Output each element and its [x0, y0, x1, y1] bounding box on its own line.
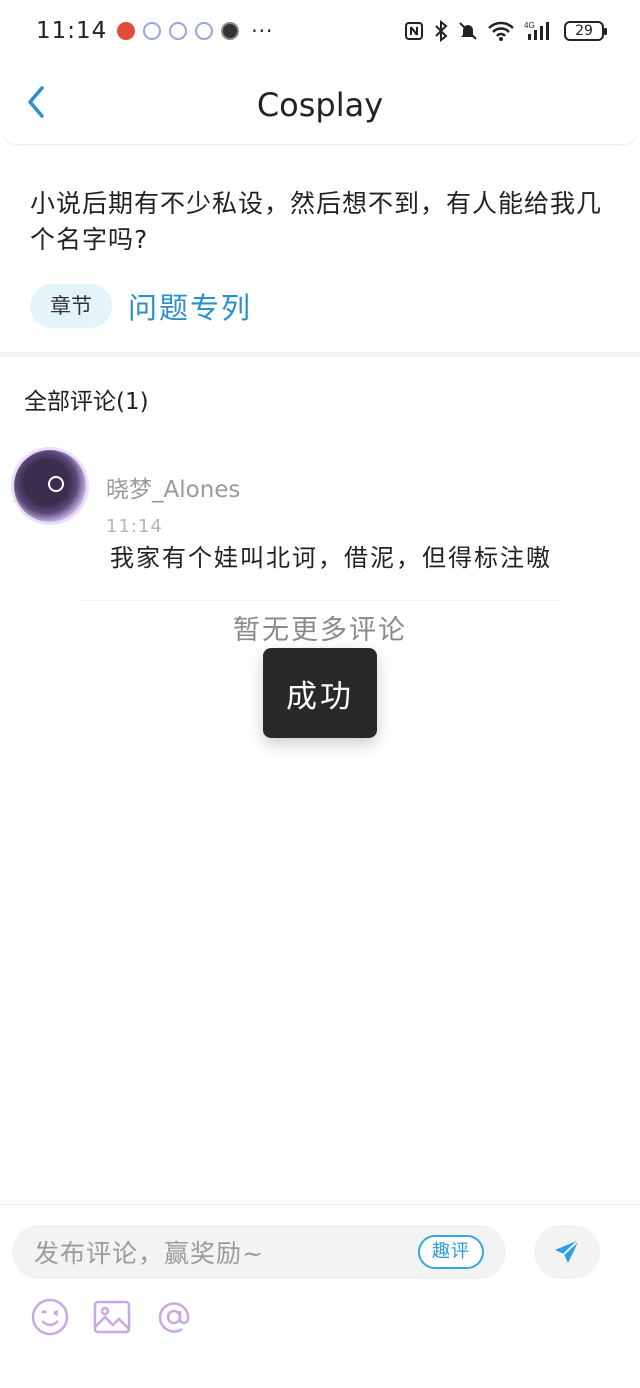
emoji-icon	[31, 1298, 69, 1336]
image-button[interactable]	[92, 1297, 132, 1337]
comments-header: 全部评论(1)	[24, 389, 149, 415]
tag-row: 章节 问题专列	[30, 284, 252, 328]
app-header: Cosplay	[0, 62, 640, 145]
notification-app-icon	[169, 22, 188, 40]
comment-input[interactable]: 发布评论，赢奖励~ 趣评	[12, 1225, 506, 1279]
mention-button[interactable]	[154, 1297, 194, 1337]
cellular-signal-icon: 4G	[524, 21, 549, 40]
comment-divider	[80, 600, 560, 601]
no-more-comments: 暂无更多评论	[233, 615, 407, 646]
comment-composer: 发布评论，赢奖励~ 趣评	[0, 1204, 640, 1388]
composer-tools	[30, 1297, 194, 1337]
at-icon	[158, 1302, 190, 1333]
question-text: 小说后期有不少私设，然后想不到，有人能给我几个名字吗?	[30, 189, 603, 254]
send-icon	[555, 1239, 580, 1263]
comment-username[interactable]: 晓梦_Alones	[106, 470, 240, 504]
more-notifications-icon: ···	[251, 19, 274, 43]
battery-icon: 29	[564, 21, 607, 41]
avatar[interactable]	[14, 450, 86, 522]
emoji-button[interactable]	[30, 1297, 70, 1337]
chapter-tag[interactable]: 章节	[30, 284, 112, 328]
comment-time: 11:14	[106, 516, 163, 537]
notification-app-icon	[143, 22, 162, 40]
bluetooth-icon	[435, 20, 448, 42]
status-right: 4G 29	[404, 20, 607, 42]
wifi-icon	[488, 21, 514, 41]
mute-bell-icon	[459, 22, 477, 40]
section-divider	[0, 352, 640, 357]
notification-app-icon	[117, 22, 136, 40]
notification-app-icon	[195, 22, 214, 40]
status-time: 11:14	[36, 18, 108, 44]
question-column-link[interactable]: 问题专列	[128, 285, 252, 327]
svg-text:4G: 4G	[524, 21, 535, 30]
send-button[interactable]	[534, 1225, 600, 1279]
comment-text[interactable]: 我家有个娃叫北诃，借泥，但得标注嗷	[110, 538, 552, 573]
nfc-icon	[405, 22, 423, 40]
success-toast: 成功	[263, 648, 377, 738]
qu-ping-button[interactable]: 趣评	[418, 1235, 484, 1269]
image-icon	[93, 1300, 131, 1334]
notification-app-icon	[221, 22, 240, 40]
status-left: 11:14 ···	[36, 18, 273, 44]
comment-item: 晓梦_Alones 11:14 我家有个娃叫北诃，借泥，但得标注嗷	[14, 450, 614, 580]
comment-input-placeholder: 发布评论，赢奖励~	[34, 1239, 264, 1268]
status-bar: 11:14 ··· 4G 29	[0, 0, 640, 62]
page-title: Cosplay	[256, 86, 384, 124]
